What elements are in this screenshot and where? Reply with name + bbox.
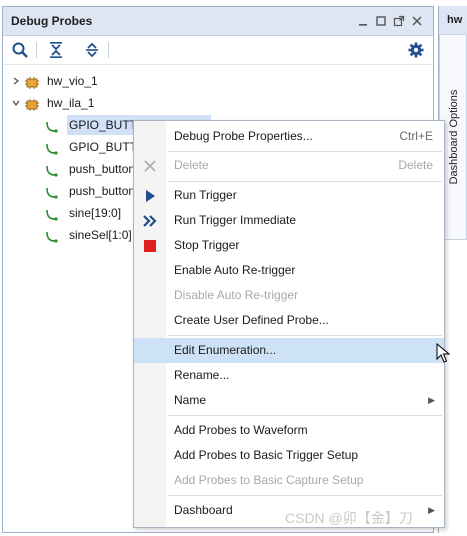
debug-core-icon xyxy=(25,97,39,111)
toolbar xyxy=(3,36,433,65)
menu-item-disable-auto-retrigger[interactable]: Disable Auto Re-trigger xyxy=(134,283,444,308)
menu-item-run-trigger-immediate[interactable]: Run Trigger Immediate xyxy=(134,208,444,233)
menu-item-label: Debug Probe Properties... xyxy=(174,129,313,143)
tree-node-label: hw_ila_1 xyxy=(47,96,95,110)
menu-separator xyxy=(168,335,442,336)
float-icon[interactable] xyxy=(393,15,405,27)
menu-separator xyxy=(168,181,442,182)
toolbar-divider xyxy=(108,42,109,58)
tab-dashboard-options-label: Dashboard Options xyxy=(448,89,460,185)
probe-row[interactable]: GPIO_BUTT xyxy=(45,137,145,157)
menu-item-enable-auto-retrigger[interactable]: Enable Auto Re-trigger xyxy=(134,258,444,283)
probe-row[interactable]: push_button xyxy=(45,159,145,179)
menu-item-label: Edit Enumeration... xyxy=(174,343,277,357)
menu-item-add-probes-basic-capture[interactable]: Add Probes to Basic Capture Setup xyxy=(134,468,444,493)
context-menu: Debug Probe Properties... Ctrl+E Delete … xyxy=(133,120,445,528)
menu-item-delete[interactable]: Delete Delete xyxy=(134,153,444,178)
menu-item-shortcut: Delete xyxy=(398,158,433,172)
menu-item-label: Disable Auto Re-trigger xyxy=(174,288,299,302)
menu-item-label: Add Probes to Waveform xyxy=(174,423,308,437)
panel-title: Debug Probes xyxy=(11,14,93,28)
menu-separator xyxy=(168,415,442,416)
probe-label: sineSel[1:0] xyxy=(69,228,132,242)
search-icon[interactable] xyxy=(11,41,29,59)
run-trigger-immediate-icon xyxy=(142,213,158,229)
tree-node-label: hw_vio_1 xyxy=(47,74,98,88)
probe-icon xyxy=(45,141,59,155)
menu-item-label: Add Probes to Basic Trigger Setup xyxy=(174,448,359,462)
gear-icon[interactable] xyxy=(407,41,425,59)
menu-item-run-trigger[interactable]: Run Trigger xyxy=(134,183,444,208)
menu-item-label: Delete xyxy=(174,158,209,172)
probe-label: push_button xyxy=(69,184,136,198)
menu-item-rename[interactable]: Rename... xyxy=(134,363,444,388)
menu-item-label: Dashboard xyxy=(174,503,233,517)
probe-row[interactable]: sine[19:0] xyxy=(45,203,145,223)
submenu-arrow-icon: ▶ xyxy=(428,395,435,405)
menu-item-label: Run Trigger Immediate xyxy=(174,213,297,227)
collapse-all-icon[interactable] xyxy=(47,41,65,59)
probe-row[interactable]: sineSel[1:0] xyxy=(45,225,145,245)
menu-item-shortcut: Ctrl+E xyxy=(399,129,433,143)
menu-item-edit-enumeration[interactable]: Edit Enumeration... xyxy=(134,338,444,363)
toolbar-divider xyxy=(36,42,37,58)
menu-item-label: Name xyxy=(174,393,207,407)
menu-item-label: Rename... xyxy=(174,368,230,382)
menu-item-label: Enable Auto Re-trigger xyxy=(174,263,296,277)
tree-node-hw-vio[interactable]: hw_vio_1 xyxy=(11,71,211,91)
stop-trigger-icon xyxy=(142,238,158,254)
menu-item-add-probes-to-waveform[interactable]: Add Probes to Waveform xyxy=(134,418,444,443)
debug-core-icon xyxy=(25,75,39,89)
probe-label: push_button xyxy=(69,162,136,176)
expand-all-icon[interactable] xyxy=(83,41,101,59)
probe-label: GPIO_BUTT xyxy=(69,140,138,154)
mouse-cursor-icon xyxy=(436,342,451,363)
menu-item-name[interactable]: Name ▶ xyxy=(134,388,444,413)
menu-item-label: Add Probes to Basic Capture Setup xyxy=(174,473,364,487)
menu-item-create-user-defined-probe[interactable]: Create User Defined Probe... xyxy=(134,308,444,333)
chevron-down-icon[interactable] xyxy=(11,93,21,121)
menu-item-debug-probe-properties[interactable]: Debug Probe Properties... Ctrl+E xyxy=(134,124,444,149)
probe-icon xyxy=(45,119,59,133)
restore-icon[interactable] xyxy=(375,15,387,27)
menu-item-label: Create User Defined Probe... xyxy=(174,313,329,327)
submenu-arrow-icon: ▶ xyxy=(428,505,435,515)
delete-x-icon xyxy=(142,158,158,174)
panel-header: Debug Probes xyxy=(3,7,433,36)
probe-icon xyxy=(45,185,59,199)
side-panel-title: hw xyxy=(447,14,463,26)
watermark: CSDN @卯【金】刀 xyxy=(285,510,413,526)
side-panel-header: hw xyxy=(439,6,467,35)
menu-item-add-probes-basic-trigger[interactable]: Add Probes to Basic Trigger Setup xyxy=(134,443,444,468)
probe-label: sine[19:0] xyxy=(69,206,122,220)
probe-icon xyxy=(45,207,59,221)
menu-item-label: Stop Trigger xyxy=(174,238,240,252)
menu-item-label: Run Trigger xyxy=(174,188,237,202)
probe-icon xyxy=(45,229,59,243)
menu-separator xyxy=(168,151,442,152)
menu-item-stop-trigger[interactable]: Stop Trigger xyxy=(134,233,444,258)
minimize-icon[interactable] xyxy=(357,15,369,27)
menu-separator xyxy=(168,495,442,496)
tree-node-hw-ila[interactable]: hw_ila_1 xyxy=(11,93,211,113)
probe-row[interactable]: push_button xyxy=(45,181,145,201)
close-icon[interactable] xyxy=(411,15,423,27)
probe-icon xyxy=(45,163,59,177)
run-trigger-icon xyxy=(142,188,158,204)
